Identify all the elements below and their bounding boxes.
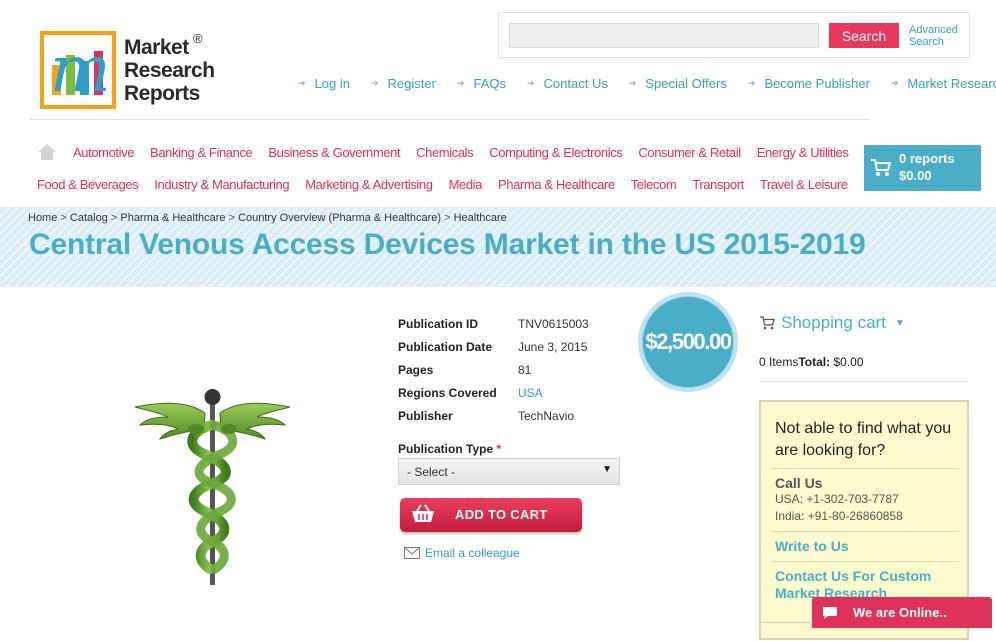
- help-question: Not able to find what you are looking fo…: [775, 420, 952, 459]
- breadcrumb: Home > Catalog > Pharma & Healthcare > C…: [28, 212, 507, 224]
- header-cart-button[interactable]: 0 reports $0.00: [864, 145, 981, 191]
- category-nav-row1: Automotive Banking & Finance Business & …: [73, 145, 864, 160]
- region-link[interactable]: USA: [518, 386, 543, 400]
- detail-label: Regions Covered: [398, 385, 497, 400]
- toplink-login[interactable]: ➔ Log in: [298, 76, 350, 91]
- arrow-icon: ➔: [890, 78, 899, 88]
- category-banking-finance[interactable]: Banking & Finance: [150, 145, 253, 160]
- arrow-icon: ➔: [298, 78, 306, 88]
- publication-details: Publication ID TNV0615003 Publication Da…: [398, 312, 589, 427]
- breadcrumb-healthcare[interactable]: Healthcare: [454, 212, 507, 224]
- top-links: ➔ Log in ➔ Register ➔ FAQs ➔ Contact Us ➔ Spe…: [298, 76, 996, 91]
- detail-label: Publication Date: [398, 339, 493, 354]
- arrow-icon: ➔: [527, 78, 535, 88]
- arrow-icon: ➔: [628, 78, 637, 88]
- shopping-cart-heading[interactable]: Shopping cart ▼: [759, 313, 905, 333]
- category-business-government[interactable]: Business & Government: [268, 145, 400, 160]
- cart-total: $0.00: [899, 168, 932, 183]
- help-divider: [771, 561, 959, 562]
- sidebar-divider: [759, 622, 811, 623]
- help-divider: [771, 531, 959, 532]
- logo-mark-icon: m: [40, 31, 116, 109]
- detail-value: June 3, 2015: [518, 339, 588, 354]
- toplink-blog[interactable]: ➔Market Research Blog: [891, 76, 996, 91]
- toplink-faqs[interactable]: ➔ FAQs: [457, 76, 506, 91]
- category-chemicals[interactable]: Chemicals: [416, 145, 473, 160]
- detail-row: Publication Date June 3, 2015: [398, 335, 589, 358]
- category-consumer-retail[interactable]: Consumer & Retail: [638, 145, 741, 160]
- live-chat-button[interactable]: We are Online..: [812, 597, 992, 628]
- chevron-down-icon: ▼: [894, 317, 905, 329]
- detail-value: TechNavio: [518, 408, 575, 423]
- detail-value: 81: [518, 362, 532, 377]
- detail-row: Publisher TechNavio: [398, 404, 589, 427]
- publication-type-label: Publication Type *: [398, 442, 502, 456]
- search-bar: Search Advanced Search: [498, 12, 970, 58]
- caduceus-image: [134, 389, 291, 585]
- add-to-cart-button[interactable]: ADD TO CART: [400, 498, 582, 532]
- category-nav-row2: Food & Beverages Industry & Manufacturin…: [37, 177, 864, 192]
- breadcrumb-home[interactable]: Home: [28, 212, 57, 224]
- toplink-become-publisher[interactable]: ➔ Become Publisher: [748, 76, 870, 91]
- cart-icon: [871, 159, 892, 176]
- write-to-us-link[interactable]: Write to Us: [775, 538, 959, 555]
- call-us-heading: Call Us: [775, 475, 823, 491]
- advanced-search-link[interactable]: Advanced Search: [909, 24, 969, 48]
- category-pharma-healthcare[interactable]: Pharma & Healthcare: [498, 177, 615, 192]
- toplink-contact[interactable]: ➔ Contact Us: [527, 76, 608, 91]
- category-energy-utilities[interactable]: Energy & Utilities: [757, 145, 849, 160]
- basket-icon: [412, 504, 434, 522]
- category-telecom[interactable]: Telecom: [631, 177, 677, 192]
- chevron-down-icon: ▼: [602, 464, 612, 475]
- header-divider: [30, 119, 870, 120]
- arrow-icon: ➔: [747, 78, 756, 88]
- detail-row: Regions Covered USA: [398, 381, 589, 404]
- arrow-icon: ➔: [370, 78, 379, 88]
- sidebar-divider: [759, 381, 969, 382]
- page-title: Central Venous Access Devices Market in …: [29, 228, 866, 261]
- price-badge: $2,500.00: [638, 292, 738, 392]
- category-travel-leisure[interactable]: Travel & Leisure: [760, 177, 848, 192]
- search-button[interactable]: Search: [829, 23, 899, 48]
- select-value: - Select -: [407, 465, 456, 479]
- category-computing-electronics[interactable]: Computing & Electronics: [489, 145, 623, 160]
- phone-usa: USA: +1-302-703-7787: [775, 492, 899, 506]
- shopping-cart-summary: 0 ItemsTotal: $0.00: [759, 355, 864, 369]
- toplink-special-offers[interactable]: ➔ Special Offers: [629, 76, 727, 91]
- chat-bubble-icon: [823, 606, 837, 619]
- detail-value: TNV0615003: [518, 316, 589, 331]
- toplink-register[interactable]: ➔ Register: [371, 76, 436, 91]
- arrow-icon: ➔: [456, 78, 465, 88]
- detail-row: Publication ID TNV0615003: [398, 312, 589, 335]
- search-input[interactable]: [509, 23, 819, 48]
- category-industry-manufacturing[interactable]: Industry & Manufacturing: [154, 177, 289, 192]
- category-transport[interactable]: Transport: [692, 177, 744, 192]
- required-mark: *: [496, 442, 502, 456]
- category-food-beverages[interactable]: Food & Beverages: [37, 177, 139, 192]
- email-colleague-link[interactable]: Email a colleague: [404, 546, 520, 560]
- detail-label: Publication ID: [398, 316, 479, 331]
- logo-registered-mark: ®: [193, 31, 203, 46]
- category-marketing-advertising[interactable]: Marketing & Advertising: [305, 177, 433, 192]
- detail-label: Pages: [398, 362, 434, 377]
- publication-type-select[interactable]: - Select - ▼: [398, 458, 620, 485]
- logo-text: Market Research Reports: [124, 36, 215, 105]
- phone-india: India: +91-80-26860858: [775, 509, 903, 523]
- cart-count: 0 reports: [899, 151, 955, 166]
- category-media[interactable]: Media: [449, 177, 483, 192]
- help-divider: [771, 468, 959, 469]
- envelope-icon: [404, 547, 420, 559]
- detail-row: Pages 81: [398, 358, 589, 381]
- detail-label: Publisher: [398, 408, 453, 423]
- cart-icon: [760, 316, 775, 330]
- breadcrumb-pharma[interactable]: Pharma & Healthcare: [120, 212, 225, 224]
- breadcrumb-catalog[interactable]: Catalog: [70, 212, 108, 224]
- site-logo[interactable]: m Market Research Reports ®: [40, 31, 215, 111]
- category-automotive[interactable]: Automotive: [73, 145, 134, 160]
- breadcrumb-country-overview[interactable]: Country Overview (Pharma & Healthcare): [238, 212, 441, 224]
- add-to-cart-label: ADD TO CART: [455, 507, 548, 522]
- home-icon[interactable]: [37, 143, 57, 161]
